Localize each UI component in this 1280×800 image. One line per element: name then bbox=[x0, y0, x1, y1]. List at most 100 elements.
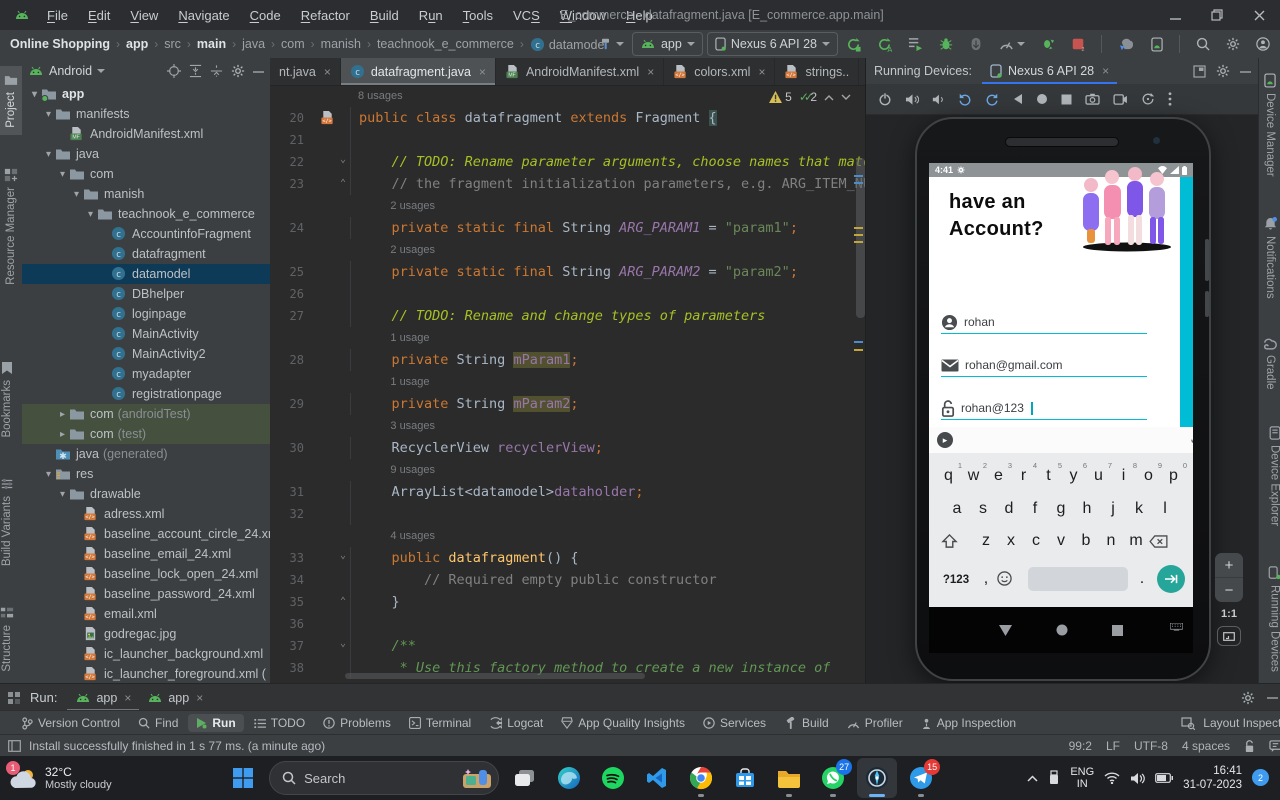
space-key[interactable] bbox=[1028, 567, 1128, 591]
run-profileable-button[interactable] bbox=[904, 33, 927, 55]
battery-icon[interactable] bbox=[1155, 773, 1173, 783]
taskbar-task-view[interactable] bbox=[505, 758, 545, 798]
usage-hint[interactable]: 8 usages bbox=[350, 90, 403, 102]
usage-hint[interactable]: 4 usages bbox=[350, 530, 435, 542]
editor-tab-colors-xml[interactable]: </>colors.xml× bbox=[664, 58, 775, 85]
taskbar-explorer[interactable] bbox=[769, 758, 809, 798]
code-line[interactable]: 23⌃ // the fragment initialization param… bbox=[270, 173, 865, 195]
tree-item-com[interactable]: ▸com(androidTest) bbox=[22, 404, 270, 424]
code-inlay-row[interactable]: 4 usages bbox=[270, 525, 865, 547]
key-p[interactable]: p0 bbox=[1161, 467, 1186, 485]
recents-button[interactable] bbox=[1112, 625, 1123, 636]
stripe-item-resource-manager[interactable]: Resource Manager bbox=[0, 161, 22, 292]
key-u[interactable]: u7 bbox=[1086, 467, 1111, 485]
key-z[interactable]: z bbox=[974, 532, 999, 550]
minimize-button[interactable] bbox=[1154, 0, 1196, 30]
breadcrumb-item[interactable]: teachnook_e_commerce bbox=[377, 37, 514, 51]
code-line[interactable]: 27 // TODO: Rename and change types of p… bbox=[270, 305, 865, 327]
code-line[interactable]: 36 bbox=[270, 613, 865, 635]
stripe-item-device-explorer[interactable]: Device Explorer bbox=[1268, 419, 1280, 533]
tree-chevron-icon[interactable]: ▾ bbox=[70, 189, 83, 200]
tree-item-res[interactable]: ▾res bbox=[22, 464, 270, 484]
emulator-back-button[interactable] bbox=[1012, 93, 1023, 105]
close-icon[interactable]: × bbox=[647, 65, 654, 79]
code-line[interactable]: 31 ArrayList<datamodel>dataholder; bbox=[270, 481, 865, 503]
toolwindow-profiler[interactable]: Profiler bbox=[839, 714, 911, 732]
breadcrumb-item[interactable]: Online Shopping bbox=[10, 37, 110, 51]
project-view-select[interactable]: Android bbox=[28, 64, 105, 78]
toolwindow-version-control[interactable]: Version Control bbox=[14, 714, 128, 732]
close-icon[interactable]: × bbox=[324, 65, 331, 79]
key-a[interactable]: a bbox=[944, 500, 970, 518]
close-icon[interactable]: × bbox=[196, 691, 203, 705]
tree-item-email-xml[interactable]: </>email.xml bbox=[22, 604, 270, 624]
key-k[interactable]: k bbox=[1126, 500, 1152, 518]
toolwindow-find[interactable]: Find bbox=[130, 714, 186, 732]
wifi-icon[interactable] bbox=[1104, 772, 1120, 784]
tree-chevron-icon[interactable]: ▾ bbox=[56, 169, 69, 180]
emulator-record-button[interactable] bbox=[1113, 94, 1128, 105]
restore-button[interactable] bbox=[1196, 0, 1238, 30]
breadcrumb-item[interactable]: com bbox=[281, 37, 305, 51]
profiler-button[interactable] bbox=[995, 33, 1029, 55]
usage-hint[interactable]: 1 usage bbox=[350, 376, 430, 388]
enter-key[interactable] bbox=[1157, 565, 1185, 593]
code-inlay-row[interactable]: 1 usage bbox=[270, 327, 865, 349]
code-line[interactable]: 37⌄ /** bbox=[270, 635, 865, 657]
tree-item-androidmanifest-xml[interactable]: MFAndroidManifest.xml bbox=[22, 124, 270, 144]
layout-inspector-button[interactable]: Layout Inspector bbox=[1181, 714, 1280, 732]
tree-item-datafragment[interactable]: cdatafragment bbox=[22, 244, 270, 264]
toolwindow-build[interactable]: Build bbox=[776, 714, 837, 732]
hide-panel-button[interactable] bbox=[1240, 66, 1251, 77]
tree-chevron-icon[interactable]: ▾ bbox=[42, 469, 55, 480]
tree-item-datamodel[interactable]: cdatamodel bbox=[22, 264, 270, 284]
emulator-vol-up-button[interactable] bbox=[905, 93, 919, 106]
device-manager-button[interactable] bbox=[1147, 33, 1167, 55]
locate-file-button[interactable] bbox=[167, 64, 181, 78]
toolwindow-app-inspection[interactable]: App Inspection bbox=[913, 714, 1024, 732]
key-y[interactable]: y6 bbox=[1061, 467, 1086, 485]
toolwindow-app-quality-insights[interactable]: App Quality Insights bbox=[553, 714, 693, 732]
emulator-power-button[interactable] bbox=[878, 92, 892, 106]
zoom-out-button[interactable]: − bbox=[1215, 577, 1243, 602]
collapse-all-button[interactable] bbox=[210, 64, 223, 78]
gear-icon[interactable] bbox=[231, 64, 245, 78]
close-button[interactable] bbox=[1238, 0, 1280, 30]
emulator-more-button[interactable] bbox=[1168, 92, 1172, 106]
home-button[interactable] bbox=[1056, 624, 1068, 636]
phone-screen[interactable]: 4:41 have an Account? bbox=[929, 163, 1193, 653]
tree-item-ic-launcher-background-xml[interactable]: </>ic_launcher_background.xml bbox=[22, 644, 270, 664]
hide-panel-button[interactable] bbox=[1267, 692, 1278, 703]
usb-icon[interactable] bbox=[1048, 770, 1060, 786]
code-line[interactable]: 26 bbox=[270, 283, 865, 305]
tree-chevron-icon[interactable]: ▾ bbox=[84, 209, 97, 220]
fold-up-icon[interactable]: ⌃ bbox=[340, 178, 346, 189]
fold-down-icon[interactable]: ⌄ bbox=[340, 550, 346, 561]
menu-navigate[interactable]: Navigate bbox=[169, 5, 238, 26]
tree-item-ic-launcher-foreground-xml-[interactable]: </>ic_launcher_foreground.xml ( bbox=[22, 664, 270, 683]
hide-panel-button[interactable] bbox=[253, 66, 264, 77]
stripe-item-project[interactable]: Project bbox=[0, 66, 22, 135]
gear-icon[interactable] bbox=[1241, 691, 1255, 705]
tree-item-teachnook-e-commerce[interactable]: ▾teachnook_e_commerce bbox=[22, 204, 270, 224]
emulator-rotate-left-button[interactable] bbox=[958, 92, 972, 106]
emoji-key[interactable] bbox=[997, 571, 1025, 586]
menu-code[interactable]: Code bbox=[241, 5, 290, 26]
usage-hint[interactable]: 2 usages bbox=[350, 200, 435, 212]
weather-widget[interactable]: 1 32°CMostly cloudy bbox=[10, 765, 180, 791]
tree-item-accountinfofragment[interactable]: cAccountinfoFragment bbox=[22, 224, 270, 244]
tool-window-widget-icon[interactable] bbox=[8, 740, 21, 752]
key-w[interactable]: w2 bbox=[961, 467, 986, 485]
notifications-icon[interactable] bbox=[1269, 740, 1280, 752]
device-select[interactable]: Nexus 6 API 28 bbox=[707, 32, 838, 56]
editor-tab-strings-[interactable]: </>strings.. bbox=[775, 58, 859, 85]
key-j[interactable]: j bbox=[1100, 500, 1126, 518]
emulator-rotate-right-button[interactable] bbox=[985, 92, 999, 106]
code-line[interactable]: 21 bbox=[270, 129, 865, 151]
code-inlay-row[interactable]: 2 usages bbox=[270, 239, 865, 261]
input-password[interactable]: rohan@123 bbox=[941, 397, 1147, 420]
code-line[interactable]: 20</>public class datafragment extends F… bbox=[270, 107, 865, 129]
key-d[interactable]: d bbox=[996, 500, 1022, 518]
fold-down-icon[interactable]: ⌄ bbox=[340, 638, 346, 649]
tree-chevron-icon[interactable]: ▾ bbox=[28, 89, 41, 100]
